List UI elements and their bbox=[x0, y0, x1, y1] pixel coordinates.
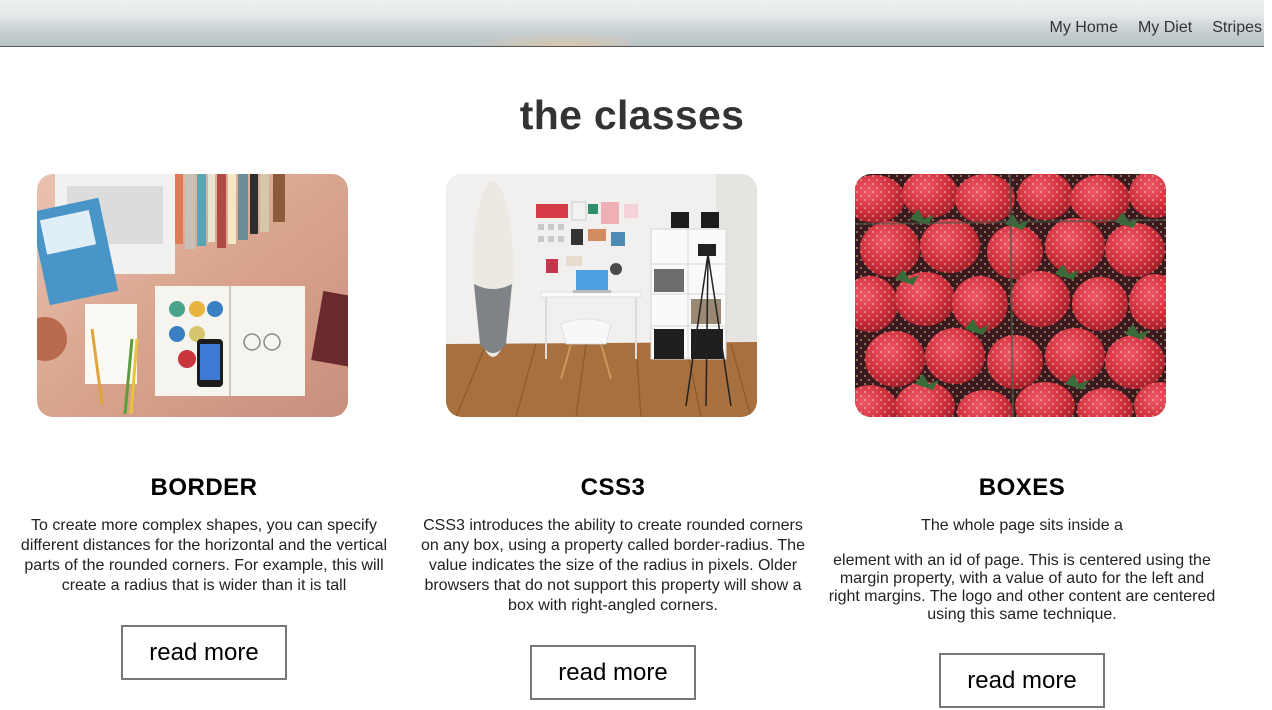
read-more-button[interactable]: read more bbox=[530, 645, 696, 700]
nav-link-stripes[interactable]: Stripes bbox=[1212, 19, 1262, 37]
nav-link-my-home[interactable]: My Home bbox=[1050, 19, 1118, 37]
card-description: CSS3 introduces the ability to create ro… bbox=[421, 517, 805, 614]
header-background-detail bbox=[470, 32, 630, 46]
main-nav: My Home My Diet Stripes bbox=[1050, 19, 1262, 37]
card-css3: CSS3 CSS3 introduces the ability to crea… bbox=[417, 174, 809, 700]
card-heading: BORDER bbox=[150, 474, 258, 501]
card-description: element with an id of page. This is cent… bbox=[828, 552, 1216, 623]
strawberries-photo bbox=[855, 174, 1166, 417]
card-description: To create more complex shapes, you can s… bbox=[20, 517, 388, 594]
card-description-intro: The whole page sits inside a bbox=[921, 517, 1123, 534]
card-border: BORDER To create more complex shapes, yo… bbox=[8, 174, 400, 680]
nav-link-my-diet[interactable]: My Diet bbox=[1138, 19, 1192, 37]
card-heading: CSS3 bbox=[580, 474, 646, 501]
card-heading: BOXES bbox=[978, 474, 1066, 501]
card-boxes: BOXES The whole page sits inside a eleme… bbox=[826, 174, 1218, 708]
read-more-button[interactable]: read more bbox=[939, 653, 1105, 708]
page-title: the classes bbox=[519, 92, 745, 138]
room-with-surfboard-photo bbox=[446, 174, 757, 417]
top-navigation-bar: My Home My Diet Stripes bbox=[0, 0, 1264, 47]
desk-workspace-photo bbox=[37, 174, 348, 417]
read-more-button[interactable]: read more bbox=[121, 625, 287, 680]
